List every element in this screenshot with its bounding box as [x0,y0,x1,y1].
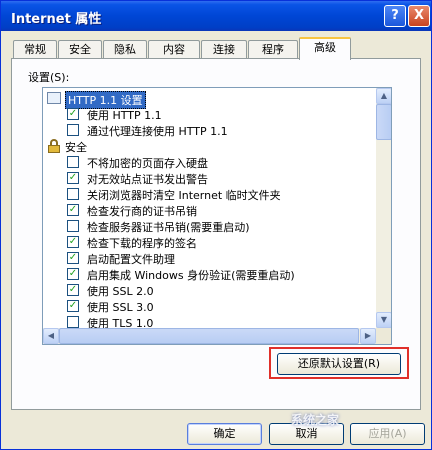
checkbox-unchecked[interactable] [67,156,79,168]
vertical-scroll-thumb[interactable] [376,104,391,140]
list-item-label: 检查服务器证书吊销(需要重启动) [87,221,250,234]
folder-icon [47,92,61,104]
list-item[interactable]: ✓ 使用 SSL 2.0 [43,282,373,298]
list-item-label: 使用 SSL 2.0 [87,285,154,298]
horizontal-scroll-thumb[interactable] [59,328,359,344]
tab-content[interactable]: 内容 [148,40,200,59]
list-item[interactable]: ✓ 使用 HTTP 1.1 [43,106,373,122]
list-item-label: 使用 SSL 3.0 [87,301,154,314]
checkbox-checked[interactable]: ✓ [67,284,79,296]
list-item[interactable]: 关闭浏览器时清空 Internet 临时文件夹 [43,186,373,202]
apply-button[interactable]: 应用(A) [350,423,425,445]
internet-options-dialog: Internet 属性 ? X 常规 安全 隐私 内容 连接 程序 高级 设置(… [0,0,432,450]
tab-privacy[interactable]: 隐私 [103,40,147,59]
checkbox-checked[interactable]: ✓ [67,236,79,248]
list-item[interactable]: ✓ 检查下载的程序的签名 [43,234,373,250]
vertical-scrollbar[interactable]: ▲ ▼ [376,88,391,328]
list-item-label: 安全 [65,141,87,154]
checkbox-unchecked[interactable] [67,220,79,232]
list-heading-http[interactable]: HTTP 1.1 设置 [43,90,373,109]
checkbox-checked[interactable]: ✓ [67,204,79,216]
list-item[interactable]: 通过代理连接使用 HTTP 1.1 [43,122,373,138]
list-item-label: 使用 HTTP 1.1 [87,109,162,122]
list-item-label: 关闭浏览器时清空 Internet 临时文件夹 [87,189,281,202]
list-item[interactable]: ✓ 使用 SSL 3.0 [43,298,373,314]
tab-strip: 常规 安全 隐私 内容 连接 程序 高级 [11,37,431,60]
list-heading-security[interactable]: 安全 [43,138,373,154]
checkbox-checked[interactable]: ✓ [67,268,79,280]
scroll-corner [376,328,391,344]
restore-defaults-button[interactable]: 还原默认设置(R) [277,353,401,375]
list-item[interactable]: 检查服务器证书吊销(需要重启动) [43,218,373,234]
close-button[interactable]: X [408,5,430,27]
checkbox-checked[interactable]: ✓ [67,252,79,264]
checkbox-checked[interactable]: ✓ [67,172,79,184]
checkbox-unchecked[interactable] [67,316,79,328]
cancel-button[interactable]: 取消 [269,423,344,445]
settings-listbox[interactable]: HTTP 1.1 设置 ✓ 使用 HTTP 1.1 通过代理连接使用 HTTP … [42,87,392,345]
list-item[interactable]: ✓ 启用集成 Windows 身份验证(需要重启动) [43,266,373,282]
list-item[interactable]: 不将加密的页面存入硬盘 [43,154,373,170]
list-item-label: 通过代理连接使用 HTTP 1.1 [87,125,228,138]
list-item-label: 检查发行商的证书吊销 [87,205,197,218]
list-item-label: 对无效站点证书发出警告 [87,173,208,186]
scroll-up-icon[interactable]: ▲ [376,88,391,104]
title-bar[interactable]: Internet 属性 ? X [1,1,431,31]
checkbox-unchecked[interactable] [67,124,79,136]
checkbox-checked[interactable]: ✓ [67,300,79,312]
list-item[interactable]: ✓ 启动配置文件助理 [43,250,373,266]
window-title: Internet 属性 [11,12,102,27]
list-item[interactable]: 使用 TLS 1.0 [43,314,373,328]
horizontal-scrollbar[interactable]: ◀ ▶ [43,328,376,344]
ok-button[interactable]: 确定 [187,423,262,445]
tab-connections[interactable]: 连接 [201,40,247,59]
tab-advanced[interactable]: 高级 [299,37,351,60]
list-item-label: 不将加密的页面存入硬盘 [87,157,208,170]
list-item-label: 使用 TLS 1.0 [87,317,154,328]
lock-icon [47,139,61,153]
scroll-left-icon[interactable]: ◀ [43,328,59,344]
settings-list: HTTP 1.1 设置 ✓ 使用 HTTP 1.1 通过代理连接使用 HTTP … [43,88,376,328]
checkbox-checked[interactable]: ✓ [67,108,79,120]
list-item-label: 启动配置文件助理 [87,253,175,266]
list-item-label: 启用集成 Windows 身份验证(需要重启动) [87,269,295,282]
tab-general[interactable]: 常规 [13,40,57,59]
help-button[interactable]: ? [384,5,406,27]
scroll-down-icon[interactable]: ▼ [376,312,391,328]
scroll-right-icon[interactable]: ▶ [360,328,376,344]
tab-programs[interactable]: 程序 [248,40,298,59]
list-item[interactable]: ✓ 对无效站点证书发出警告 [43,170,373,186]
settings-label: 设置(S): [28,71,70,84]
tab-security[interactable]: 安全 [58,40,102,59]
checkbox-unchecked[interactable] [67,188,79,200]
list-item-label: 检查下载的程序的签名 [87,237,197,250]
list-item[interactable]: ✓ 检查发行商的证书吊销 [43,202,373,218]
